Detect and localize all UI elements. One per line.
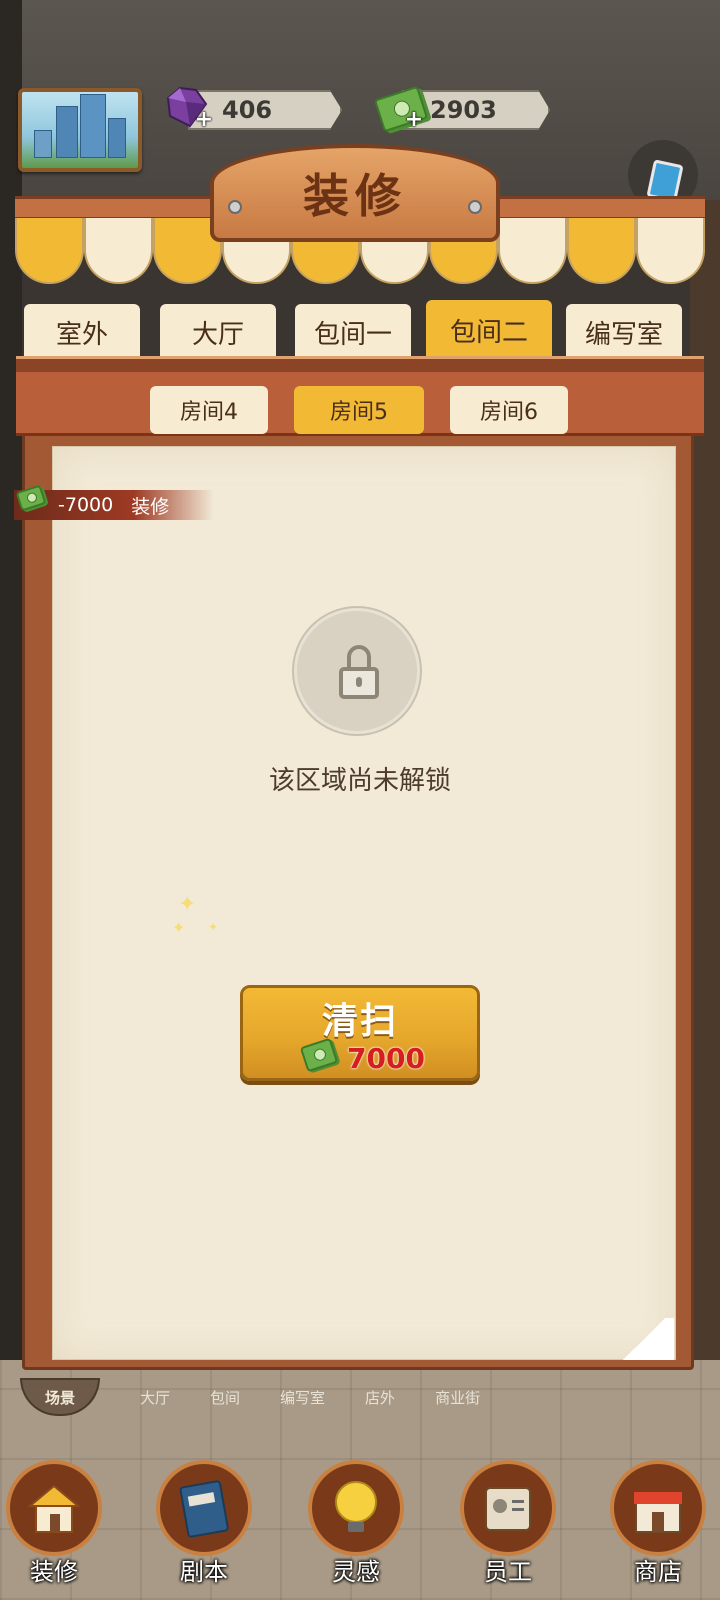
scene-shortcut-strip: 场景 大厅 包间 编写室 店外 商业街 <box>20 1378 540 1416</box>
scene-item-commercial-street[interactable]: 商业街 <box>435 1387 480 1408</box>
nav-shop[interactable]: 商店 <box>606 1460 706 1590</box>
lightbulb-icon <box>335 1481 377 1532</box>
cost-amount: -7000 <box>58 494 114 516</box>
area-tabs: 室外 大厅 包间一 包间二 编写室 <box>22 300 698 360</box>
house-icon <box>27 1484 81 1533</box>
tab-writing-room[interactable]: 编写室 <box>566 304 682 360</box>
scene-item-writing-room[interactable]: 编写室 <box>280 1387 325 1408</box>
clean-cost: 7000 <box>347 1042 425 1075</box>
paper-curl <box>614 1318 674 1360</box>
locked-message: 该区域尚未解锁 <box>268 766 451 796</box>
nav-script[interactable]: 剧本 <box>152 1460 252 1590</box>
scene-item-storefront[interactable]: 店外 <box>365 1387 395 1408</box>
room-content-paper <box>52 446 676 1360</box>
nav-staff[interactable]: 员工 <box>456 1460 556 1590</box>
bolt-icon <box>228 200 242 214</box>
sparkle-icon: ✦ <box>208 920 219 934</box>
nav-decorate[interactable]: 装修 <box>2 1460 102 1590</box>
staff-badge-icon <box>485 1487 531 1531</box>
nav-label: 灵感 <box>332 1558 380 1586</box>
nav-label: 员工 <box>484 1558 532 1586</box>
clean-button[interactable]: 清扫 7000 <box>240 985 480 1081</box>
cash-count: 2903 <box>430 96 497 124</box>
subtab-room-5[interactable]: 房间5 <box>294 386 424 434</box>
tabs-ledge <box>16 356 704 372</box>
subtab-room-4[interactable]: 房间4 <box>150 386 268 434</box>
sparkle-icon: ✦ <box>178 892 197 917</box>
shop-icon <box>634 1492 682 1533</box>
scene-item-private-room[interactable]: 包间 <box>210 1387 240 1408</box>
script-book-icon <box>179 1480 229 1538</box>
bolt-icon <box>468 200 482 214</box>
clean-button-label: 清扫 <box>321 1001 398 1042</box>
lock-badge <box>294 608 420 734</box>
add-cash-button[interactable]: + <box>404 109 424 131</box>
tab-private-room-1[interactable]: 包间一 <box>295 304 411 360</box>
nav-label: 装修 <box>30 1558 78 1586</box>
cost-label: 装修 <box>131 495 170 518</box>
tab-private-room-2[interactable]: 包间二 <box>426 300 552 360</box>
nav-label: 商店 <box>634 1558 682 1586</box>
panel-title-board: 装修 <box>210 144 500 242</box>
add-gems-button[interactable]: + <box>194 109 214 131</box>
scene-button[interactable]: 场景 <box>20 1378 100 1416</box>
tab-outdoor[interactable]: 室外 <box>24 304 140 360</box>
tab-lobby[interactable]: 大厅 <box>160 304 276 360</box>
gem-count: 406 <box>222 96 273 124</box>
nav-inspiration[interactable]: 灵感 <box>304 1460 404 1590</box>
cost-notification: -7000 装修 <box>14 484 214 520</box>
nav-label: 剧本 <box>180 1558 228 1586</box>
scene-item-lobby[interactable]: 大厅 <box>140 1387 170 1408</box>
subtab-room-6[interactable]: 房间6 <box>450 386 568 434</box>
panel-title: 装修 <box>303 169 407 223</box>
building-thumbnail[interactable] <box>18 88 142 172</box>
sparkle-icon: ✦ <box>172 918 186 937</box>
